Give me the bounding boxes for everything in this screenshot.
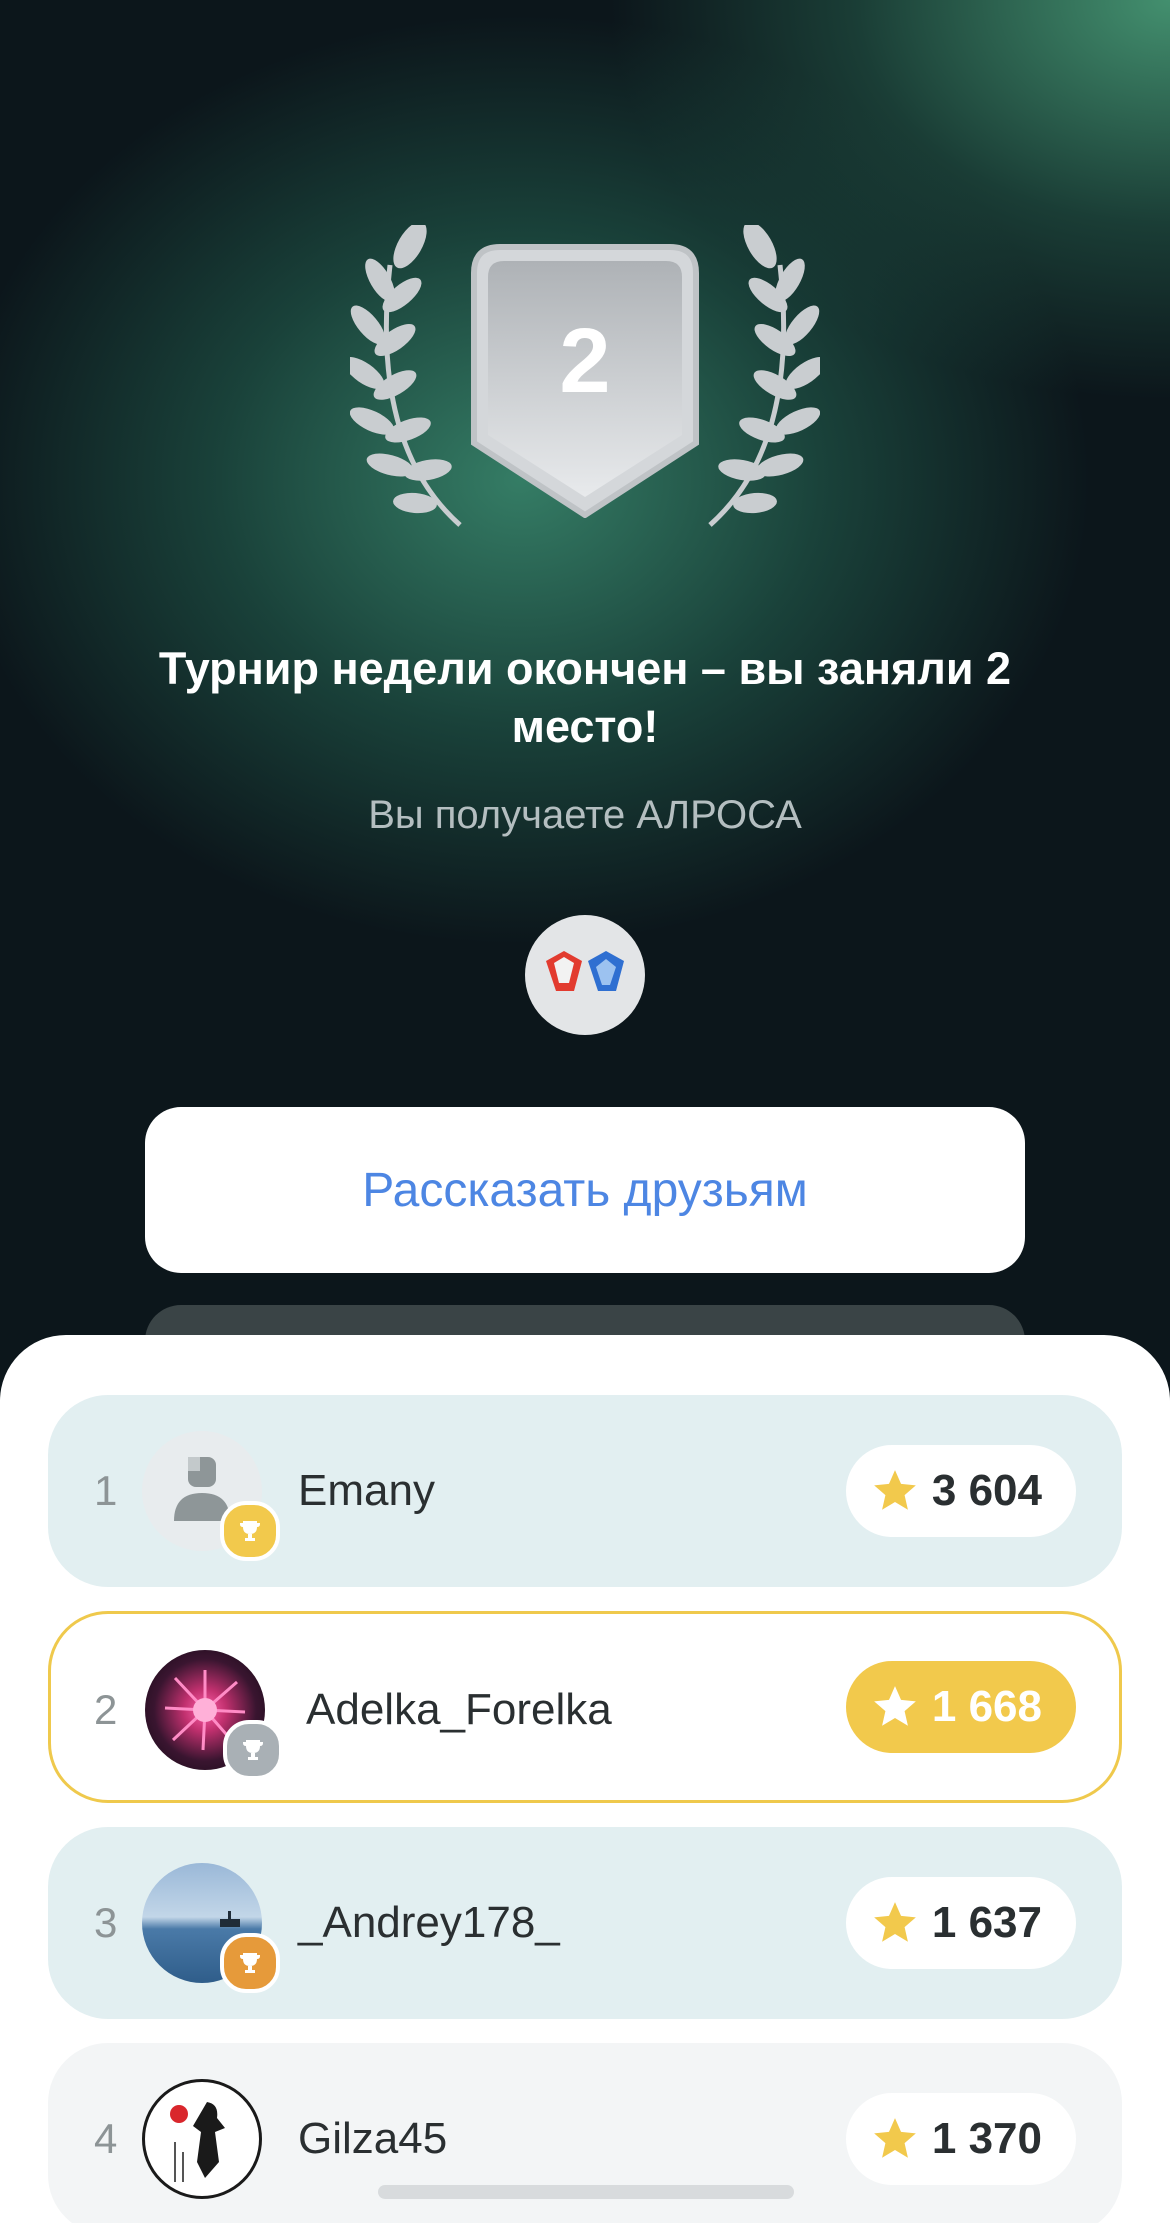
player-name: _Andrey178_ — [298, 1898, 560, 1947]
alrosa-logo — [525, 915, 645, 1035]
bronze-trophy-icon — [220, 1933, 280, 1993]
home-indicator[interactable] — [378, 2185, 794, 2199]
score-badge: 3 604 — [845, 1445, 1076, 1537]
leaderboard-row-current-user[interactable]: 2 Adelka_Forelka 1 668 — [48, 1611, 1122, 1803]
silver-trophy-icon — [223, 1720, 283, 1780]
player-name: Adelka_Forelka — [306, 1685, 612, 1734]
score-badge: 1 370 — [845, 2093, 1076, 2185]
player-name: Emany — [298, 1466, 435, 1515]
score-badge: 1 637 — [845, 1877, 1076, 1969]
samurai-image — [170, 2102, 225, 2182]
laurel-right-icon — [708, 225, 820, 527]
star-icon — [874, 1686, 916, 1726]
star-icon — [874, 1470, 916, 1510]
reward-subtitle: Вы получаете АЛРОСА — [368, 793, 802, 837]
score-value: 1 668 — [931, 1682, 1042, 1731]
rank-number: 4 — [94, 2115, 118, 2162]
laurel-left-icon — [350, 225, 462, 527]
place-badge: 2 — [350, 225, 820, 535]
alrosa-logo-icon — [546, 951, 624, 991]
rank-number: 1 — [94, 1467, 118, 1514]
score-badge: 1 668 — [845, 1661, 1076, 1753]
score-value: 3 604 — [931, 1466, 1042, 1515]
tournament-result-screen: 2 Турнир недели окончен – вы заняли 2 ме… — [0, 0, 1170, 2223]
leaderboard-row[interactable]: 1 Emany 3 604 — [48, 1395, 1122, 1587]
place-number: 2 — [559, 310, 611, 412]
rank-number: 2 — [94, 1686, 118, 1733]
rank-number: 3 — [94, 1899, 118, 1946]
score-value: 1 637 — [931, 1898, 1042, 1947]
leaderboard-row[interactable]: 3 _Andrey178_ 1 637 — [48, 1827, 1122, 2019]
star-icon — [874, 2118, 916, 2158]
star-icon — [874, 1902, 916, 1942]
share-with-friends-button[interactable]: Рассказать друзьям — [145, 1107, 1025, 1273]
score-value: 1 370 — [931, 2114, 1042, 2163]
gold-trophy-icon — [220, 1501, 280, 1561]
avatar — [142, 2079, 262, 2199]
result-title: Турнир недели окончен – вы заняли 2 мест… — [158, 643, 1012, 752]
